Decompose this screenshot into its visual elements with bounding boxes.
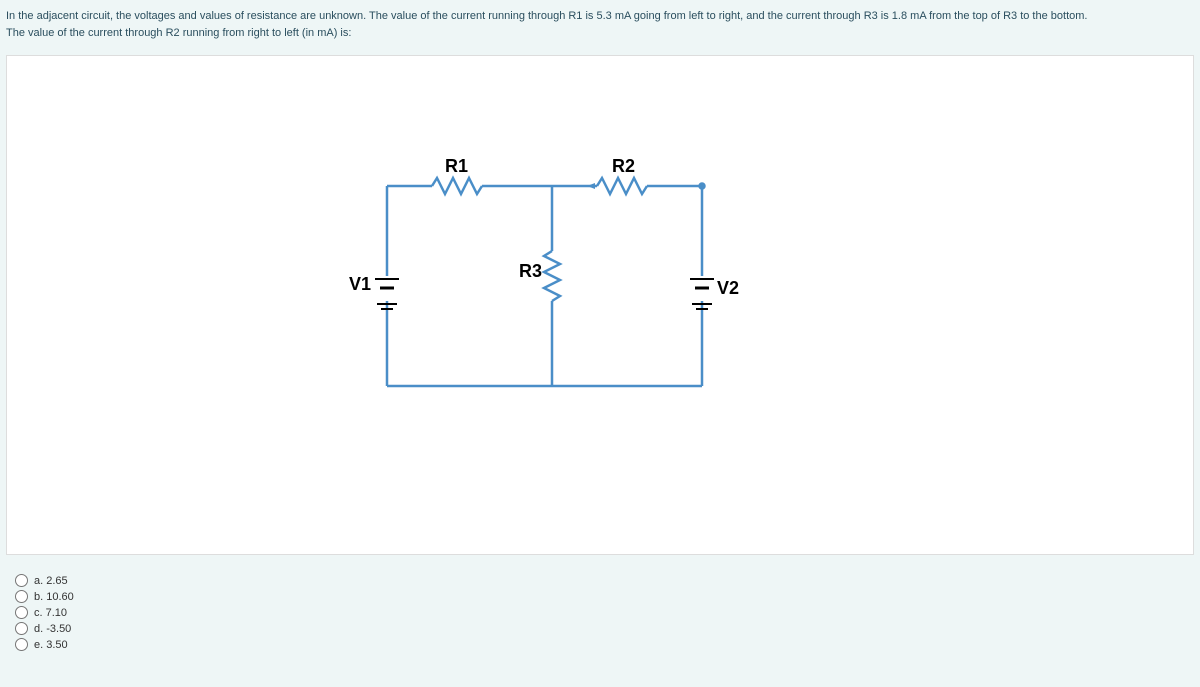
option-a-label: a. 2.65 [34, 575, 68, 587]
label-v1: V1 [349, 274, 371, 295]
option-c[interactable]: c. 7.10 [15, 606, 1185, 619]
option-c-label: c. 7.10 [34, 607, 67, 619]
answer-options: a. 2.65 b. 10.60 c. 7.10 d. -3.50 e. 3.5… [0, 561, 1200, 664]
label-r3: R3 [519, 261, 542, 282]
option-e[interactable]: e. 3.50 [15, 638, 1185, 651]
radio-b[interactable] [15, 590, 28, 603]
option-b-label: b. 10.60 [34, 591, 74, 603]
option-d-label: d. -3.50 [34, 623, 71, 635]
radio-a[interactable] [15, 574, 28, 587]
circuit-diagram: R1 R2 R3 V1 V2 [6, 55, 1194, 555]
circuit-svg [337, 156, 737, 416]
question-line-1: In the adjacent circuit, the voltages an… [6, 10, 1087, 22]
radio-c[interactable] [15, 606, 28, 619]
question-line-2: The value of the current through R2 runn… [6, 27, 351, 39]
option-d[interactable]: d. -3.50 [15, 622, 1185, 635]
question-text: In the adjacent circuit, the voltages an… [0, 0, 1200, 49]
circuit-container: R1 R2 R3 V1 V2 [337, 156, 737, 416]
radio-e[interactable] [15, 638, 28, 651]
label-r1: R1 [445, 156, 468, 177]
option-a[interactable]: a. 2.65 [15, 574, 1185, 587]
label-v2: V2 [717, 278, 739, 299]
radio-d[interactable] [15, 622, 28, 635]
label-r2: R2 [612, 156, 635, 177]
option-b[interactable]: b. 10.60 [15, 590, 1185, 603]
option-e-label: e. 3.50 [34, 639, 68, 651]
